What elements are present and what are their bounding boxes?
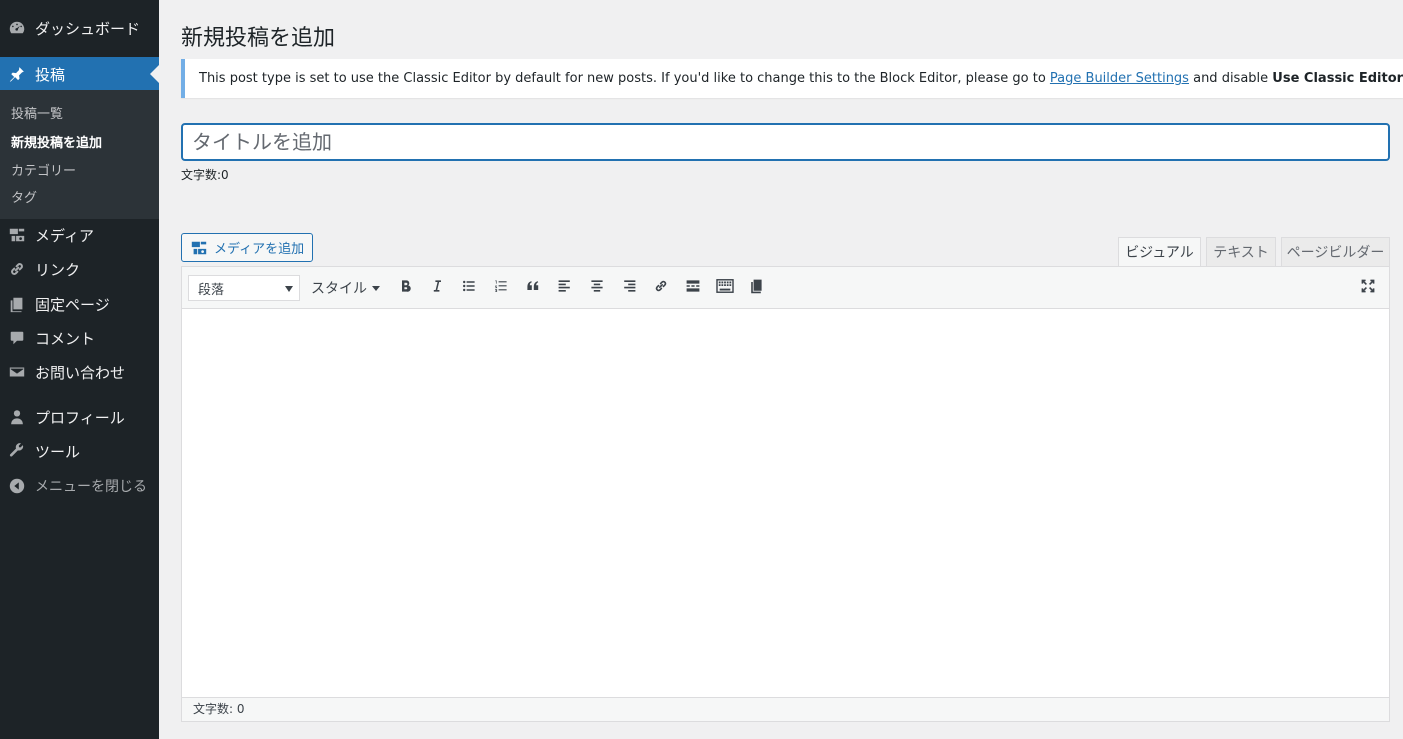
menu-media[interactable]: メディア xyxy=(0,218,159,252)
menu-links[interactable]: リンク xyxy=(0,252,159,286)
align-right-icon xyxy=(621,278,637,298)
format-select-value: 段落 xyxy=(198,282,225,298)
pages-icon xyxy=(8,295,26,313)
chevron-down-icon xyxy=(285,286,293,292)
menu-dashboard[interactable]: ダッシュボード xyxy=(0,11,159,45)
wrench-icon xyxy=(8,442,26,460)
link-icon xyxy=(8,260,26,278)
numbered-list-icon xyxy=(493,278,509,298)
menu-label: ダッシュボード xyxy=(35,19,141,38)
keyboard-icon xyxy=(716,278,734,298)
style-dropdown[interactable]: スタイル xyxy=(311,275,380,301)
add-media-button[interactable]: メディアを追加 xyxy=(181,233,314,262)
copy-button[interactable] xyxy=(745,277,767,299)
align-center-icon xyxy=(589,278,605,298)
menu-label: 固定ページ xyxy=(35,295,110,314)
insert-more-button[interactable] xyxy=(682,277,704,299)
menu-profile[interactable]: プロフィール xyxy=(0,400,159,434)
align-left-button[interactable] xyxy=(554,277,576,299)
insert-link-button[interactable] xyxy=(650,277,672,299)
word-count: 文字数: 0 xyxy=(193,702,245,716)
add-media-label: メディアを追加 xyxy=(214,242,305,257)
fullscreen-button[interactable] xyxy=(1357,277,1379,299)
editor-toolbar: 段落 スタイル xyxy=(182,267,1389,309)
menu-label: ツール xyxy=(35,442,81,461)
align-left-icon xyxy=(557,278,573,298)
envelope-icon xyxy=(8,363,26,381)
current-menu-arrow xyxy=(150,65,159,83)
title-char-count: 文字数:0 xyxy=(181,168,229,182)
menu-label: リンク xyxy=(35,260,81,279)
fullscreen-icon xyxy=(1360,278,1376,298)
pushpin-icon xyxy=(8,65,26,83)
menu-label: お問い合わせ xyxy=(35,363,126,382)
post-title-input[interactable] xyxy=(181,123,1390,161)
link-icon xyxy=(653,278,669,298)
menu-pages[interactable]: 固定ページ xyxy=(0,287,159,321)
editor-content-area[interactable] xyxy=(182,309,1389,698)
menu-label: メディア xyxy=(35,226,94,245)
tab-page-builder[interactable]: ページビルダー xyxy=(1281,237,1390,267)
bullet-list-icon xyxy=(461,278,477,298)
classic-editor: 段落 スタイル 文字数: 0 xyxy=(181,266,1390,722)
menu-label: コメント xyxy=(35,329,96,348)
collapse-arrow-icon xyxy=(8,477,26,495)
style-label: スタイル xyxy=(311,281,367,297)
align-right-button[interactable] xyxy=(618,277,640,299)
page-builder-settings-link[interactable]: Page Builder Settings xyxy=(1050,71,1189,86)
menu-label: プロフィール xyxy=(35,408,125,427)
menu-label: メニューを閉じる xyxy=(35,479,147,495)
submenu-categories[interactable]: カテゴリー xyxy=(11,160,76,179)
chevron-down-icon xyxy=(372,285,380,291)
read-more-icon xyxy=(685,278,701,298)
blockquote-button[interactable] xyxy=(522,277,544,299)
page-title: 新規投稿を追加 xyxy=(181,26,336,51)
menu-comments[interactable]: コメント xyxy=(0,321,159,355)
menu-contact[interactable]: お問い合わせ xyxy=(0,355,159,389)
bullet-list-button[interactable] xyxy=(458,277,480,299)
tab-text[interactable]: テキスト xyxy=(1206,237,1276,267)
submenu-add-new[interactable]: 新規投稿を追加 xyxy=(11,132,102,151)
dashboard-icon xyxy=(8,19,26,37)
admin-sidebar: ダッシュボード 投稿 投稿一覧 新規投稿を追加 カテゴリー タグ メディア リン… xyxy=(0,0,159,739)
user-icon xyxy=(8,408,26,426)
collapse-menu-button[interactable]: メニューを閉じる xyxy=(0,469,159,503)
copy-icon xyxy=(748,278,764,298)
notice-text: This post type is set to use the Classic… xyxy=(199,71,1050,86)
format-select[interactable]: 段落 xyxy=(188,275,300,301)
notice-text: and disable xyxy=(1188,71,1273,86)
bold-icon xyxy=(398,278,414,298)
menu-label: 投稿 xyxy=(35,65,66,84)
notice-bold-text: Use Classic Editor for New Posts xyxy=(1272,71,1403,86)
menu-tools[interactable]: ツール xyxy=(0,434,159,468)
comment-icon xyxy=(8,329,26,347)
toolbar-toggle-button[interactable] xyxy=(714,277,736,299)
italic-button[interactable] xyxy=(426,277,448,299)
editor-status-bar: 文字数: 0 xyxy=(182,697,1389,721)
numbered-list-button[interactable] xyxy=(490,277,512,299)
media-icon xyxy=(8,226,26,244)
submenu-all-posts[interactable]: 投稿一覧 xyxy=(11,103,63,122)
align-center-button[interactable] xyxy=(586,277,608,299)
menu-posts[interactable]: 投稿 xyxy=(0,57,159,91)
submenu-tags[interactable]: タグ xyxy=(11,187,37,206)
tab-visual[interactable]: ビジュアル xyxy=(1118,237,1201,267)
quote-icon xyxy=(525,278,541,298)
bold-button[interactable] xyxy=(395,277,417,299)
italic-icon xyxy=(429,278,445,298)
posts-submenu: 投稿一覧 新規投稿を追加 カテゴリー タグ xyxy=(0,90,159,219)
classic-editor-notice: This post type is set to use the Classic… xyxy=(181,59,1403,98)
media-icon xyxy=(190,239,208,257)
